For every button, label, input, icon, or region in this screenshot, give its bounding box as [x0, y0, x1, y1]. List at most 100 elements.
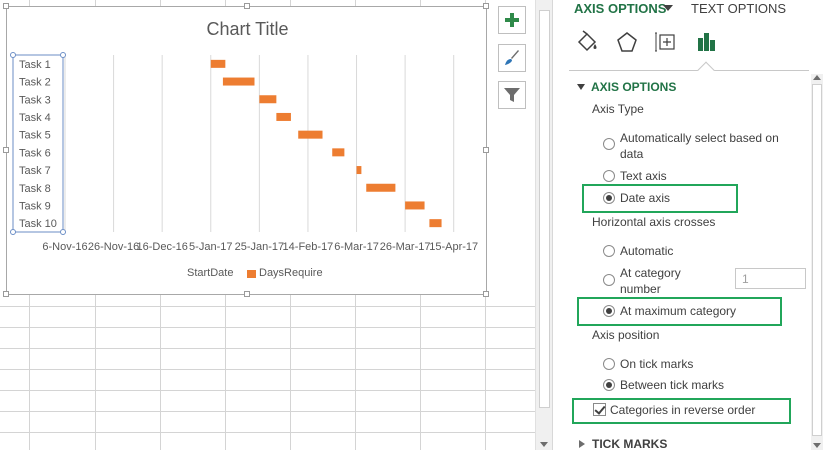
axis-options-tab[interactable] — [693, 28, 721, 56]
category-label-2: Task 2 — [19, 77, 51, 89]
category-label-6: Task 6 — [19, 147, 51, 159]
pentagon-icon — [617, 32, 637, 52]
plus-icon — [505, 13, 519, 27]
bar-task-9 — [405, 201, 425, 210]
x-tick-label-0: 6-Nov-16 — [42, 241, 87, 253]
chart-filters-button[interactable] — [498, 81, 526, 109]
pane-divider — [569, 70, 809, 71]
radio-on-tick-marks[interactable] — [603, 358, 615, 370]
bar-task-5 — [298, 130, 323, 139]
resize-handle-br[interactable] — [483, 291, 489, 297]
x-tick-label-6: 6-Mar-17 — [334, 241, 379, 253]
x-tick-label-2: 16-Dec-16 — [136, 241, 187, 253]
auto-select-label[interactable]: Automatically select based on — [620, 131, 779, 145]
legend-daysrequire-swatch — [247, 270, 256, 278]
format-axis-pane: AXIS OPTIONS TEXT OPTIONS AXIS OPTIONS A… — [552, 0, 828, 450]
tab-text-options[interactable]: TEXT OPTIONS — [691, 1, 786, 16]
at-category-label[interactable]: At category — [620, 266, 681, 280]
axis-position-label: Axis position — [592, 328, 660, 342]
auto-select-label-2[interactable]: data — [620, 147, 643, 161]
chevron-down-icon[interactable] — [663, 5, 673, 11]
pane-scrollbar[interactable] — [811, 74, 823, 450]
paintbrush-icon — [505, 50, 519, 65]
at-category-label-2[interactable]: number — [620, 282, 661, 296]
category-label-9: Task 9 — [19, 200, 51, 212]
bar-task-6 — [332, 148, 345, 157]
section-tick-marks[interactable]: TICK MARKS — [592, 437, 667, 450]
resize-handle-t[interactable] — [244, 3, 250, 9]
scroll-down-icon[interactable] — [813, 443, 821, 448]
axis-handle-3 — [60, 229, 66, 235]
resize-handle-tl[interactable] — [3, 3, 9, 9]
fill-line-tab[interactable] — [573, 28, 601, 56]
x-tick-label-7: 26-Mar-17 — [380, 241, 431, 253]
bar-task-2 — [222, 77, 255, 86]
bar-task-8 — [366, 183, 396, 192]
size-properties-icon — [655, 32, 675, 52]
bar-task-7 — [356, 166, 362, 175]
bar-chart-icon — [698, 33, 715, 51]
radio-text-axis[interactable] — [603, 170, 615, 182]
bar-task-1 — [210, 59, 226, 68]
excel-window: Chart Title 6-Nov-16 26-Nov-16 16-Dec-16 5-… — [0, 0, 828, 450]
size-properties-tab[interactable] — [652, 28, 680, 56]
radio-at-category-number[interactable] — [603, 274, 615, 286]
scroll-down-icon[interactable] — [540, 442, 548, 447]
chart-styles-button[interactable] — [498, 44, 526, 72]
x-tick-label-3: 5-Jan-17 — [189, 241, 232, 253]
x-tick-label-5: 14-Feb-17 — [283, 241, 334, 253]
x-tick-label-4: 25-Jan-17 — [235, 241, 285, 253]
bar-task-10 — [429, 219, 442, 228]
horizontal-axis-crosses-label: Horizontal axis crosses — [592, 215, 716, 229]
chart-elements-button[interactable] — [498, 6, 526, 34]
sheet-scroll-thumb[interactable] — [539, 10, 550, 408]
filter-icon — [504, 88, 520, 102]
radio-between-tick-marks[interactable] — [603, 379, 615, 391]
category-label-1: Task 1 — [19, 59, 51, 71]
highlight-reverse-order — [572, 398, 791, 424]
between-tick-marks-label[interactable]: Between tick marks — [620, 378, 724, 392]
scroll-up-icon[interactable] — [813, 75, 821, 80]
axis-type-label: Axis Type — [592, 102, 644, 116]
bar-task-4 — [276, 112, 291, 121]
resize-handle-r[interactable] — [483, 147, 489, 153]
x-tick-label-8: 15-Apr-17 — [429, 241, 478, 253]
automatic-label[interactable]: Automatic — [620, 244, 673, 258]
resize-handle-b[interactable] — [244, 291, 250, 297]
pane-scroll-thumb[interactable] — [812, 84, 822, 436]
highlight-maximum-category — [577, 297, 782, 326]
resize-handle-bl[interactable] — [3, 291, 9, 297]
effects-tab[interactable] — [613, 28, 641, 56]
category-label-8: Task 8 — [19, 183, 51, 195]
category-label-4: Task 4 — [19, 112, 51, 124]
x-tick-label-1: 26-Nov-16 — [88, 241, 139, 253]
active-tab-indicator — [697, 61, 715, 79]
radio-auto-select[interactable] — [603, 138, 615, 150]
pane-tabs: AXIS OPTIONS TEXT OPTIONS — [553, 0, 828, 20]
category-label-3: Task 3 — [19, 94, 51, 106]
category-label-10: Task 10 — [19, 218, 57, 230]
axis-handle-1 — [60, 52, 66, 58]
sheet-vertical-scrollbar[interactable] — [535, 0, 552, 450]
axis-handle-0 — [10, 52, 16, 58]
resize-handle-tr[interactable] — [483, 3, 489, 9]
category-label-7: Task 7 — [19, 165, 51, 177]
legend-daysrequire[interactable]: DaysRequire — [259, 267, 323, 279]
expand-tick-marks-icon[interactable] — [579, 440, 585, 448]
chart-plot-area[interactable]: 6-Nov-16 26-Nov-1616-Dec-16 5-Jan-17 25-Jan… — [7, 7, 488, 296]
highlight-date-axis — [582, 184, 738, 213]
radio-automatic[interactable] — [603, 245, 615, 257]
paint-bucket-icon — [577, 30, 597, 52]
resize-handle-l[interactable] — [3, 147, 9, 153]
bar-task-3 — [259, 95, 277, 104]
tab-axis-options[interactable]: AXIS OPTIONS — [574, 1, 666, 16]
axis-handle-2 — [10, 229, 16, 235]
legend-startdate[interactable]: StartDate — [187, 267, 233, 279]
collapse-axis-options-icon[interactable] — [577, 84, 585, 90]
category-number-input[interactable]: 1 — [735, 268, 806, 289]
category-label-5: Task 5 — [19, 130, 51, 142]
gantt-chart[interactable]: Chart Title 6-Nov-16 26-Nov-16 16-Dec-16 5-… — [3, 3, 489, 297]
on-tick-marks-label[interactable]: On tick marks — [620, 357, 693, 371]
text-axis-label[interactable]: Text axis — [620, 169, 667, 183]
section-axis-options[interactable]: AXIS OPTIONS — [591, 80, 676, 94]
